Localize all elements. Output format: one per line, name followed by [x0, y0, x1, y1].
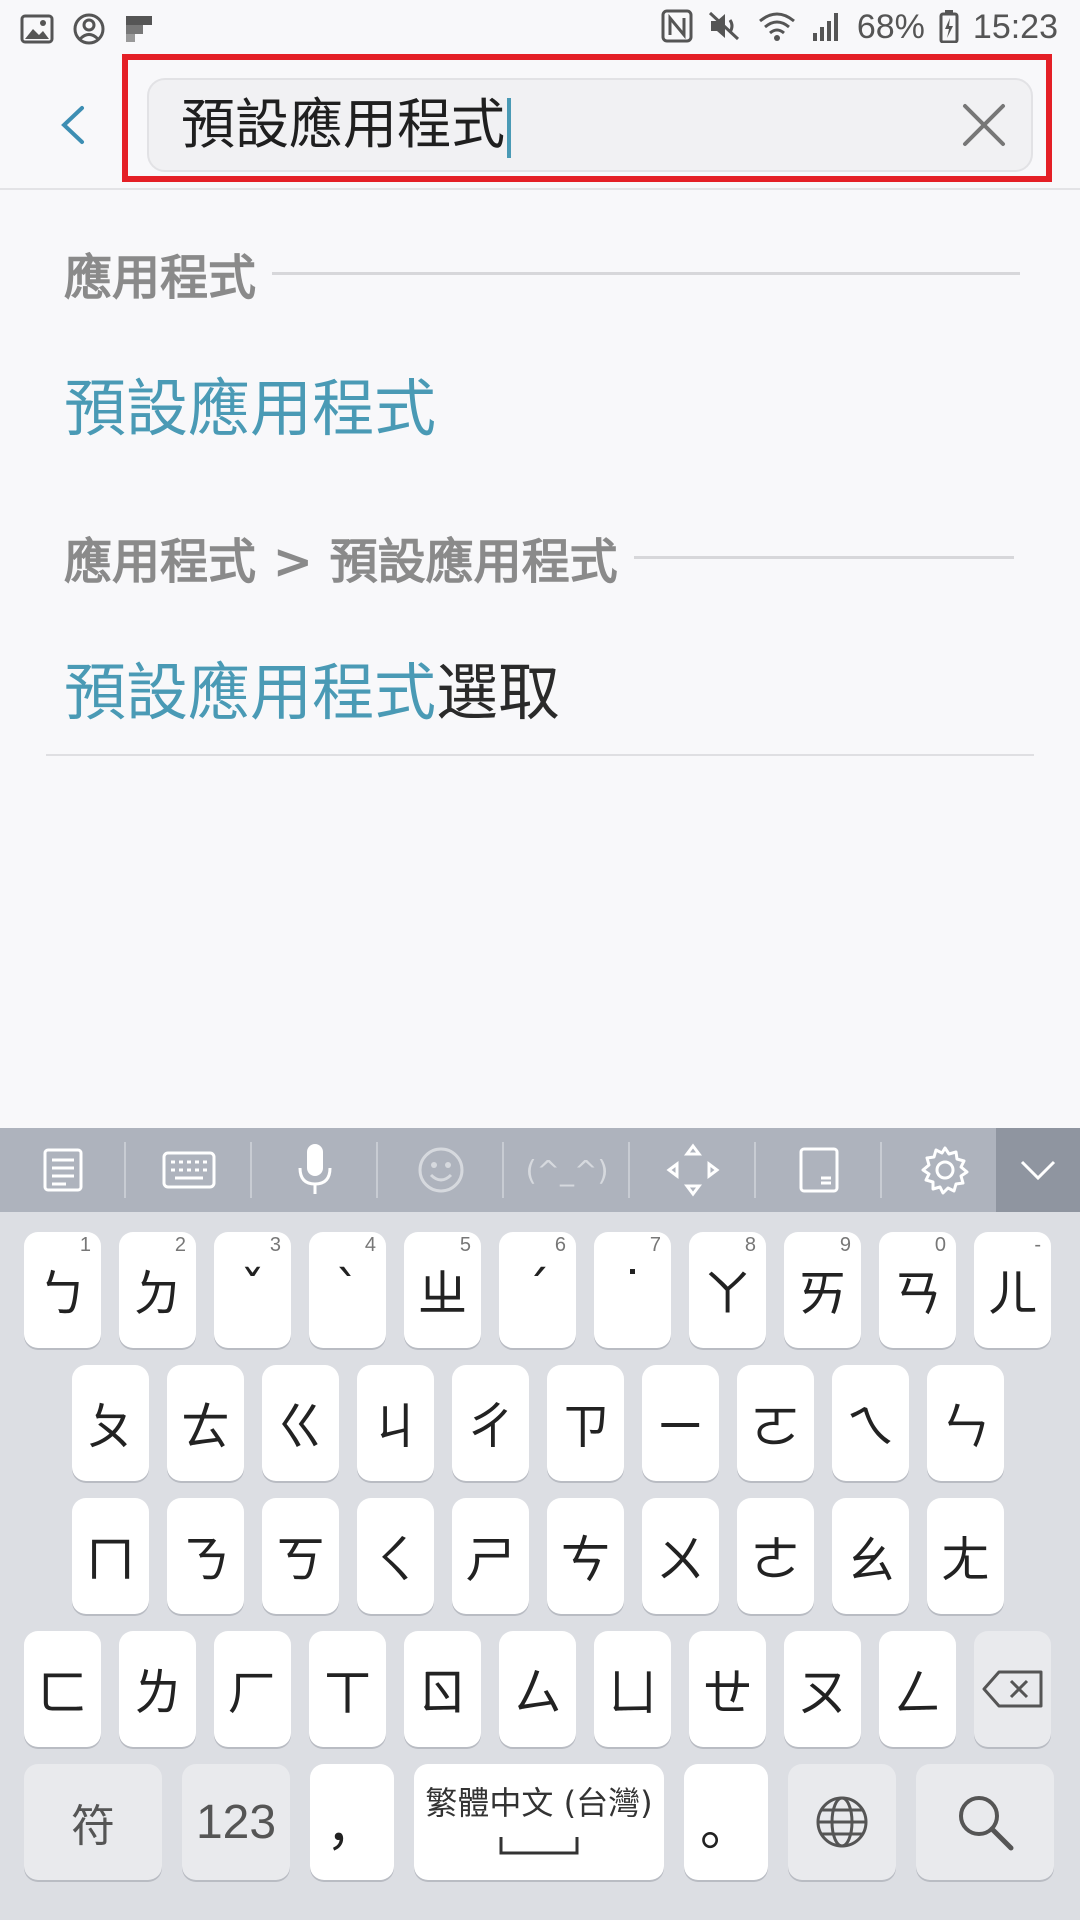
keyboard-toolbar: (^_^) [0, 1128, 1080, 1212]
result-default-apps[interactable]: 預設應用程式 [64, 358, 436, 448]
comma-key[interactable]: ， [310, 1764, 394, 1880]
keyboard-settings-button[interactable] [882, 1128, 1008, 1212]
key[interactable]: ㄟ [832, 1365, 909, 1481]
account-icon [72, 12, 106, 50]
key[interactable]: ㄐ [357, 1365, 434, 1481]
backspace-icon [982, 1670, 1042, 1708]
emoji-icon [418, 1147, 464, 1193]
battery-percent: 68% [856, 8, 925, 46]
result-match: 預設應用程式 [64, 656, 437, 729]
period-key[interactable]: 。 [684, 1764, 768, 1880]
key[interactable]: ㄈ [24, 1631, 101, 1747]
key[interactable]: ㄞ9 [784, 1232, 861, 1348]
results-divider [46, 754, 1034, 756]
microphone-icon [298, 1144, 332, 1194]
section-title: 應用程式 [64, 250, 257, 306]
keyboard-icon [162, 1151, 216, 1189]
backspace-key[interactable] [974, 1631, 1051, 1747]
key[interactable]: ㄆ [72, 1365, 149, 1481]
key[interactable]: ㄤ [927, 1498, 1004, 1614]
key[interactable]: ㄊ [167, 1365, 244, 1481]
key[interactable]: ㄒ [309, 1631, 386, 1747]
key[interactable]: ㄅ1 [24, 1232, 101, 1348]
key[interactable]: ˇ3 [214, 1232, 291, 1348]
key[interactable]: ㄌ [119, 1631, 196, 1747]
key[interactable]: ㄚ8 [689, 1232, 766, 1348]
nfc-icon [661, 9, 693, 47]
space-key[interactable]: 繁體中文 (台灣) [414, 1764, 664, 1880]
key[interactable]: ㄉ2 [119, 1232, 196, 1348]
section-header-apps: 應用程式 [64, 238, 1021, 308]
symbols-key[interactable]: 符 [24, 1764, 162, 1880]
result-label: 預設應用程式 [64, 372, 437, 445]
clipboard-icon [43, 1148, 83, 1192]
keyboard-mode-button[interactable] [126, 1128, 252, 1212]
key[interactable]: ㄜ [737, 1498, 814, 1614]
cursor-control-button[interactable] [630, 1128, 756, 1212]
collapse-keyboard-button[interactable] [996, 1128, 1080, 1212]
key[interactable]: ㄓ5 [404, 1232, 481, 1348]
section-divider [272, 271, 1021, 275]
key[interactable]: ㄎ [262, 1498, 339, 1614]
key[interactable]: ㄝ [689, 1631, 766, 1747]
section-title: 應用程式 > 預設應用程式 [64, 534, 618, 590]
key[interactable]: ㄣ [927, 1365, 1004, 1481]
key[interactable]: ㄢ0 [879, 1232, 956, 1348]
settings-icon [921, 1146, 969, 1195]
key[interactable]: ㄙ [499, 1631, 576, 1747]
one-hand-icon [799, 1147, 839, 1193]
key[interactable]: ㄔ [452, 1365, 529, 1481]
flipboard-icon [124, 14, 154, 48]
section-header-apps-default: 應用程式 > 預設應用程式 [64, 522, 1014, 592]
globe-icon [816, 1796, 868, 1848]
result-rest: 選取 [436, 656, 561, 729]
key[interactable]: ㄥ [879, 1631, 956, 1747]
key[interactable]: ˊ6 [499, 1232, 576, 1348]
cursor-move-icon [666, 1143, 720, 1197]
key[interactable]: ㄏ [214, 1631, 291, 1747]
back-button[interactable] [50, 100, 96, 150]
keyboard: ㄅ1 ㄉ2 ˇ3 ˋ4 ㄓ5 ˊ6 ˙ 7 ㄚ8 ㄞ9 ㄢ0 ㄦ- ㄆ ㄊ ㄍ ㄐ… [0, 1212, 1080, 1920]
key[interactable]: ㄍ [262, 1365, 339, 1481]
key[interactable]: ㄧ [642, 1365, 719, 1481]
key[interactable]: ㄩ [594, 1631, 671, 1747]
signal-icon [811, 9, 843, 47]
clock: 15:23 [972, 8, 1058, 46]
key[interactable]: ㄛ [737, 1365, 814, 1481]
key[interactable]: ㄨ [642, 1498, 719, 1614]
space-icon [499, 1837, 579, 1855]
key[interactable]: ㄠ [832, 1498, 909, 1614]
key[interactable]: ㄦ- [974, 1232, 1051, 1348]
key[interactable]: ㄕ [452, 1498, 529, 1614]
emoticon-button[interactable]: (^_^) [504, 1128, 630, 1212]
emoji-button[interactable] [378, 1128, 504, 1212]
key[interactable]: ˋ4 [309, 1232, 386, 1348]
key[interactable]: ㄑ [357, 1498, 434, 1614]
result-default-apps-select[interactable]: 預設應用程式選取 [64, 642, 560, 732]
voice-input-button[interactable] [252, 1128, 378, 1212]
gallery-icon [20, 12, 54, 50]
mute-icon [707, 9, 743, 47]
search-icon [959, 1796, 1014, 1851]
key[interactable]: ㄋ [167, 1498, 244, 1614]
wifi-icon [757, 9, 797, 47]
key[interactable]: ㄖ [404, 1631, 481, 1747]
section-divider [633, 555, 1014, 559]
key[interactable]: ㄡ [784, 1631, 861, 1747]
emoticon-label: (^_^) [525, 1153, 609, 1187]
numbers-key[interactable]: 123 [182, 1764, 290, 1880]
clipboard-button[interactable] [0, 1128, 126, 1212]
battery-icon [939, 9, 959, 47]
annotation-highlight-box [122, 54, 1052, 182]
key[interactable]: ㄗ [547, 1365, 624, 1481]
key[interactable]: ㄘ [547, 1498, 624, 1614]
status-bar: 68% 15:23 [0, 0, 1080, 62]
one-hand-mode-button[interactable] [756, 1128, 882, 1212]
search-key[interactable] [916, 1764, 1054, 1880]
space-language-label: 繁體中文 (台灣) [425, 1784, 653, 1822]
chevron-down-icon [1020, 1160, 1056, 1181]
key[interactable]: ㄇ [72, 1498, 149, 1614]
language-key[interactable] [788, 1764, 896, 1880]
key[interactable]: ˙ 7 [594, 1232, 671, 1348]
